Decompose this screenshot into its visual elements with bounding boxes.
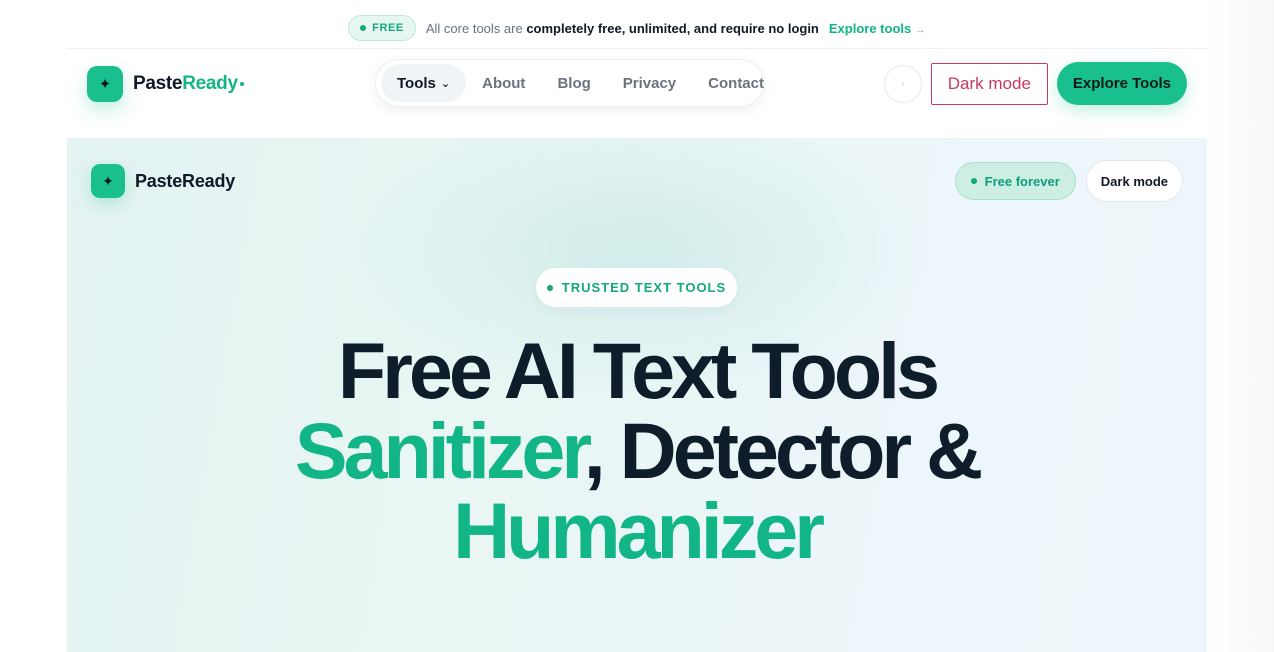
headline-line-3: Humanizer	[453, 486, 825, 575]
page: FREE All core tools are completely free,…	[67, 0, 1207, 652]
headline-sanitizer: Sanitizer	[294, 406, 588, 495]
top-navigation: ✦ PasteReady Tools ⌄ About Blog Privacy …	[67, 50, 1207, 138]
eyebrow-dot-icon	[546, 284, 553, 291]
nav-item-blog[interactable]: Blog	[541, 64, 606, 102]
nav-item-tools-label: Tools	[397, 74, 436, 92]
explore-tools-button[interactable]: Explore Tools	[1056, 62, 1187, 105]
free-forever-badge: Free forever	[954, 162, 1076, 200]
hero-logo-text: PasteReady	[135, 170, 236, 191]
nav-item-contact[interactable]: Contact	[692, 64, 780, 102]
announcement-bar: FREE All core tools are completely free,…	[67, 8, 1207, 49]
site-logo[interactable]: ✦ PasteReady	[87, 66, 244, 102]
hero-actions: Free forever Dark mode	[954, 160, 1183, 202]
sparkle-icon: ✦	[87, 66, 123, 102]
hero-logo[interactable]: ✦ PasteReady	[91, 164, 235, 198]
eyebrow-badge: TRUSTED TEXT TOOLS	[536, 268, 737, 307]
explore-tools-link[interactable]: Explore tools →	[829, 21, 926, 36]
logo-name-accent: Ready	[182, 73, 238, 94]
nav-item-privacy[interactable]: Privacy	[607, 64, 692, 102]
nav-actions: ◦ Dark mode Explore Tools	[883, 62, 1187, 105]
announcement-prefix: All core tools are	[425, 20, 523, 36]
headline-line-2: Sanitizer, Detector &	[67, 411, 1207, 491]
circle-icon: ◦	[901, 79, 905, 88]
page-edge-fade	[1207, 0, 1274, 652]
hero-headline: Free AI Text Tools Sanitizer, Detector &…	[67, 331, 1207, 571]
logo-name-dark: Paste	[133, 73, 183, 94]
hero-dark-mode-button[interactable]: Dark mode	[1085, 160, 1183, 202]
dark-mode-button[interactable]: Dark mode	[930, 62, 1048, 105]
logo-wordmark: PasteReady	[133, 73, 244, 95]
badge-dot-icon	[360, 25, 367, 31]
announcement-bold: completely free, unlimited, and require …	[526, 20, 819, 36]
hero-section: ✦ PasteReady Free forever Dark mode TRUS…	[67, 138, 1207, 652]
headline-line-1: Free AI Text Tools	[337, 326, 940, 415]
sparkle-icon: ✦	[91, 164, 125, 198]
headline-detector: , Detector &	[583, 406, 983, 495]
arrow-right-icon: →	[914, 23, 926, 36]
nav-item-tools[interactable]: Tools ⌄	[381, 64, 467, 102]
nav-item-about[interactable]: About	[466, 64, 541, 102]
badge-dot-icon	[970, 178, 977, 184]
free-badge-label: FREE	[372, 22, 404, 34]
announcement-text: All core tools are completely free, unli…	[426, 21, 819, 36]
free-forever-label: Free forever	[984, 173, 1060, 189]
chevron-down-icon: ⌄	[440, 77, 451, 90]
free-badge: FREE	[348, 15, 416, 41]
eyebrow-label: TRUSTED TEXT TOOLS	[561, 280, 727, 295]
explore-tools-link-label: Explore tools	[828, 20, 912, 36]
logo-dot-icon	[239, 81, 244, 86]
nav-menu: Tools ⌄ About Blog Privacy Contact	[375, 59, 764, 107]
theme-toggle-button[interactable]: ◦	[883, 64, 922, 103]
